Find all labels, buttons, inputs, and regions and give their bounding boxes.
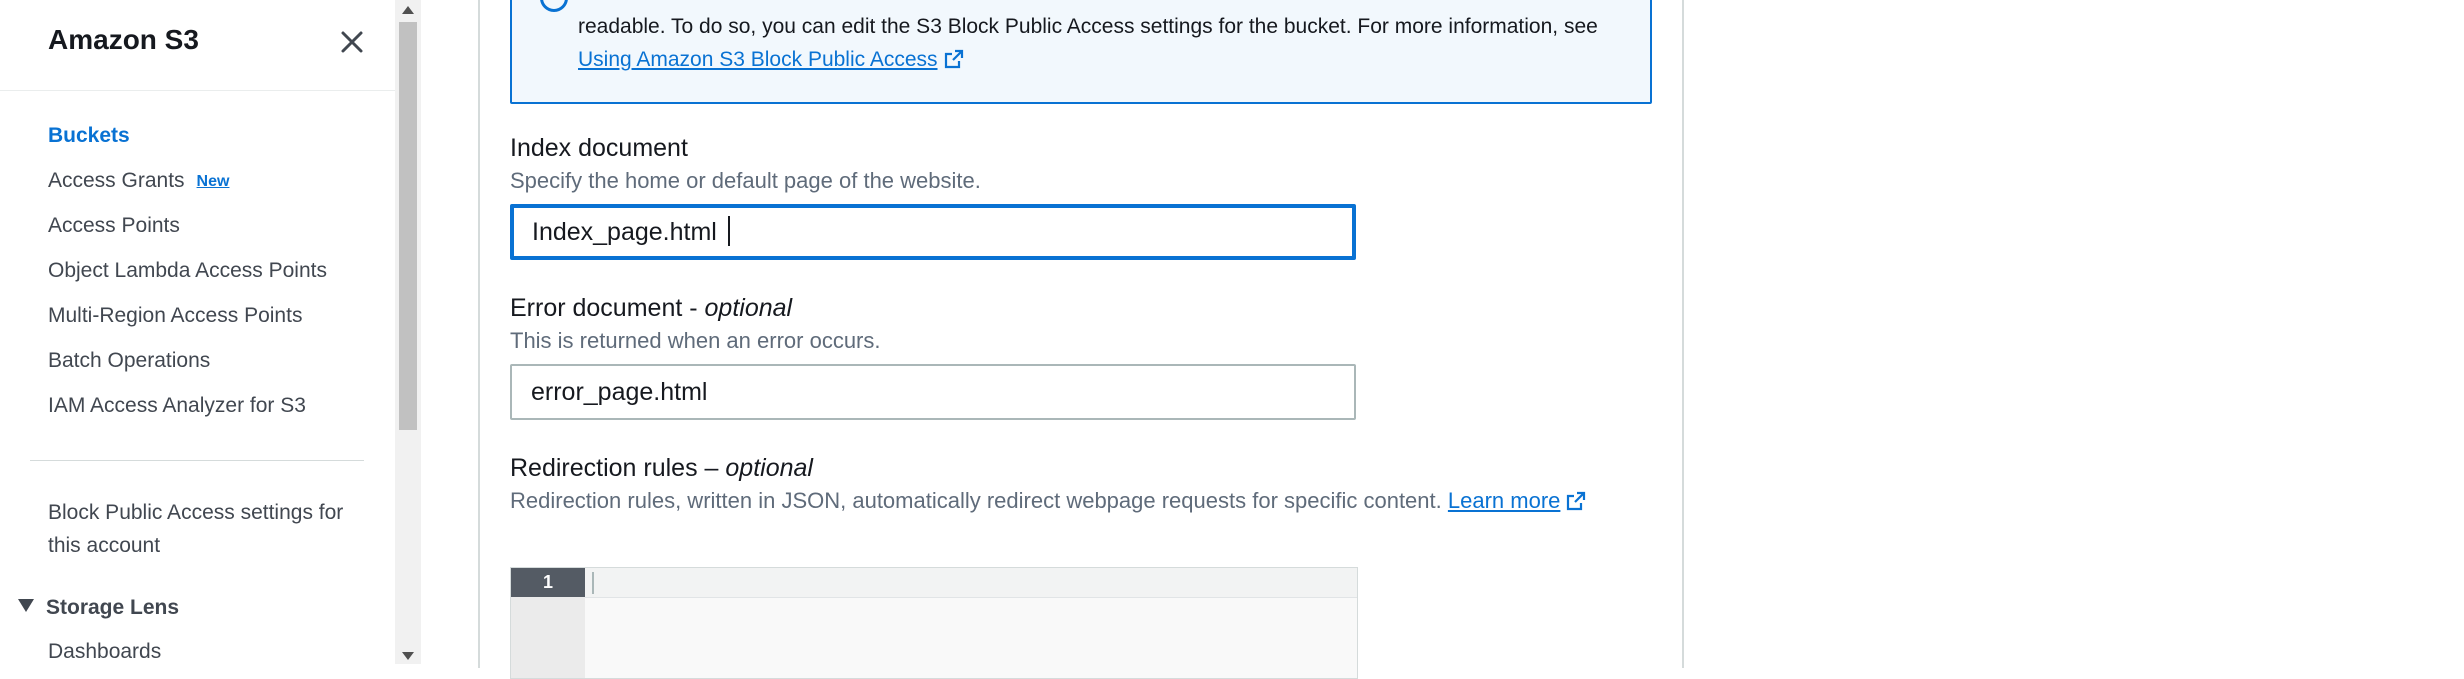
error-document-input[interactable]	[510, 364, 1356, 420]
scrollbar-thumb[interactable]	[399, 22, 417, 430]
external-link-icon	[1567, 491, 1586, 511]
sidebar-section-storage-lens[interactable]: Storage Lens	[18, 596, 179, 620]
sidebar-item-label: Access Grants	[48, 169, 185, 192]
field-label-text: Error document -	[510, 294, 705, 322]
description-text: Redirection rules, written in JSON, auto…	[510, 488, 1442, 513]
expand-triangle-icon	[18, 599, 34, 612]
error-document-label: Error document - optional	[510, 294, 792, 323]
sidebar-item-object-lambda-access-points[interactable]: Object Lambda Access Points	[48, 259, 327, 283]
learn-more-link[interactable]: Learn more	[1448, 488, 1587, 513]
sidebar-item-dashboards[interactable]: Dashboards	[48, 640, 161, 664]
index-document-input[interactable]	[510, 204, 1356, 260]
editor-line-number: 1	[511, 568, 585, 597]
redirection-rules-description: Redirection rules, written in JSON, auto…	[510, 488, 1586, 514]
info-alert: readable. To do so, you can edit the S3 …	[510, 0, 1652, 104]
sidebar-item-iam-access-analyzer[interactable]: IAM Access Analyzer for S3	[48, 394, 306, 418]
sidebar-item-access-grants[interactable]: Access Grants New	[48, 169, 229, 193]
link-label: Using Amazon S3 Block Public Access	[578, 48, 938, 71]
scroll-down-arrow-icon[interactable]	[402, 652, 414, 660]
error-document-description: This is returned when an error occurs.	[510, 328, 881, 353]
scroll-up-arrow-icon[interactable]	[402, 6, 414, 14]
sidebar-item-label: Access Points	[48, 214, 180, 237]
sidebar-header: Amazon S3	[0, 0, 395, 91]
sidebar-item-block-public-access[interactable]: Block Public Access settings for this ac…	[48, 496, 358, 562]
text-caret	[728, 216, 730, 246]
sidebar-title: Amazon S3	[48, 24, 199, 55]
close-icon[interactable]	[336, 26, 368, 58]
redirection-rules-label: Redirection rules – optional	[510, 454, 813, 483]
index-document-label: Index document	[510, 134, 688, 162]
editor-active-line[interactable]	[585, 568, 1357, 598]
redirection-rules-editor[interactable]: 1	[510, 567, 1358, 679]
info-icon	[540, 0, 568, 12]
sidebar-item-buckets[interactable]: Buckets	[48, 124, 130, 148]
section-label: Storage Lens	[46, 596, 180, 619]
info-alert-text: readable. To do so, you can edit the S3 …	[578, 10, 1628, 76]
sidebar-item-label: Multi-Region Access Points	[48, 304, 303, 327]
sidebar-item-label: Batch Operations	[48, 349, 211, 372]
link-label: Learn more	[1447, 488, 1561, 513]
optional-label: optional	[704, 294, 793, 322]
sidebar-item-label: IAM Access Analyzer for S3	[48, 394, 306, 417]
index-document-description: Specify the home or default page of the …	[510, 168, 981, 193]
editor-cursor	[592, 572, 594, 594]
sidebar-item-batch-operations[interactable]: Batch Operations	[48, 349, 210, 373]
optional-label: optional	[725, 454, 813, 482]
sidebar-item-multi-region-access-points[interactable]: Multi-Region Access Points	[48, 304, 302, 328]
info-alert-message: readable. To do so, you can edit the S3 …	[578, 15, 1598, 38]
sidebar-item-label: Object Lambda Access Points	[48, 259, 327, 282]
sidebar: Amazon S3 Buckets Access Grants New Acces…	[0, 0, 395, 664]
sidebar-scrollbar[interactable]	[395, 0, 421, 664]
new-badge: New	[196, 173, 230, 190]
sidebar-item-label: Buckets	[48, 124, 130, 147]
sidebar-item-access-points[interactable]: Access Points	[48, 214, 180, 238]
sidebar-item-label: Dashboards	[48, 640, 162, 663]
external-link-icon	[944, 49, 963, 69]
block-public-access-link[interactable]: Using Amazon S3 Block Public Access	[578, 48, 964, 71]
sidebar-divider	[30, 460, 364, 461]
field-label-text: Redirection rules –	[510, 454, 726, 482]
